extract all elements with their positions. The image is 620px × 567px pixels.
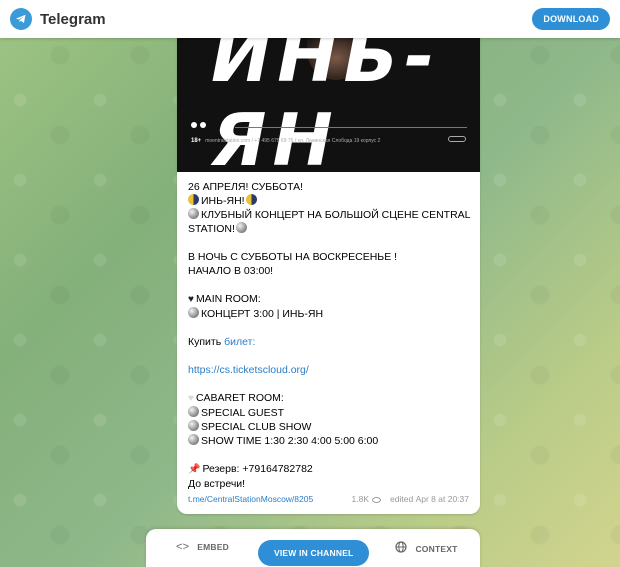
- eye-icon: [372, 497, 382, 503]
- post-line: До встречи!: [188, 478, 246, 490]
- age-badge: 18+: [191, 138, 202, 144]
- post-meta: t.me/CentralStationMoscow/8205 1.8K edit…: [188, 494, 469, 504]
- post-line: [188, 377, 469, 391]
- code-icon: <>: [176, 541, 190, 553]
- poster-info-text: moentralstation.com / +7 495 675 69 75 /…: [205, 138, 381, 144]
- post-line: SHOW TIME 1:30 2:30 4:00 5:00 6:00: [188, 434, 469, 448]
- post-line: В НОЧЬ С СУББОТЫ НА ВОСКРЕСЕНЬЕ !: [188, 251, 398, 263]
- poster-dots: [191, 122, 206, 128]
- black-heart-icon: ♥: [188, 294, 194, 305]
- post-line: SPECIAL GUEST: [188, 406, 469, 420]
- post-line: [188, 448, 469, 462]
- embed-label: EMBED: [197, 542, 229, 552]
- pushpin-icon: 📌: [188, 464, 201, 475]
- post-image[interactable]: ИНЬ-ЯН 18+ moentralstation.com / +7 495 6…: [177, 36, 480, 172]
- context-button[interactable]: CONTEXT: [395, 541, 457, 556]
- disco-ball-icon: [188, 406, 199, 417]
- view-count: 1.8K: [351, 494, 370, 504]
- post-line: ♥ MAIN ROOM:: [188, 293, 261, 305]
- post-line: ИНЬ-ЯН!: [188, 194, 469, 208]
- post-line: [188, 278, 469, 292]
- post-line: КЛУБНЫЙ КОНЦЕРТ НА БОЛЬШОЙ СЦЕНЕ CENTRAL: [188, 208, 471, 222]
- white-heart-icon: ♥: [188, 393, 194, 404]
- brand-title: Telegram: [40, 10, 106, 28]
- post-line: SPECIAL CLUB SHOW: [188, 420, 469, 434]
- post-line: [188, 349, 469, 363]
- yin-yang-icon: [245, 194, 257, 205]
- post-card: ИНЬ-ЯН 18+ moentralstation.com / +7 495 6…: [177, 36, 480, 514]
- post-line: [188, 236, 469, 250]
- post-line: STATION!: [188, 222, 469, 236]
- view-in-channel-button[interactable]: VIEW IN CHANNEL: [257, 540, 370, 566]
- disco-ball-icon: [188, 434, 199, 445]
- poster-divider: [235, 127, 467, 128]
- buy-ticket-link[interactable]: билет:: [224, 336, 255, 348]
- download-button[interactable]: DOWNLOAD: [532, 8, 610, 30]
- post-text: 26 АПРЕЛЯ! СУББОТА! ИНЬ-ЯН! КЛУБНЫЙ КОНЦ…: [177, 172, 480, 491]
- post-date[interactable]: Apr 8 at 20:37: [416, 494, 469, 504]
- yin-yang-icon: [188, 194, 199, 205]
- disco-ball-icon: [188, 208, 199, 219]
- disco-ball-icon: [235, 222, 247, 233]
- globe-icon: [395, 541, 408, 556]
- post-link[interactable]: t.me/CentralStationMoscow/8205: [188, 494, 313, 504]
- poster-info: 18+ moentralstation.com / +7 495 675 69 7…: [191, 138, 380, 144]
- post-line: ♥ CABARET ROOM:: [188, 392, 284, 404]
- edited-label: edited: [390, 494, 414, 504]
- post-line: 26 АПРЕЛЯ! СУББОТА!: [188, 181, 304, 193]
- post-line: Купить билет:: [188, 336, 256, 348]
- bottom-action-bar: <> EMBED VIEW IN CHANNEL CONTEXT: [146, 529, 480, 567]
- post-line: КОНЦЕРТ 3:00 | ИНЬ-ЯН: [188, 307, 469, 321]
- post-line: https://cs.ticketscloud.org/: [188, 363, 469, 377]
- poster-title: ИНЬ-ЯН: [211, 36, 441, 172]
- disco-ball-icon: [188, 420, 199, 431]
- post-line: 📌 Резерв: +79164782782: [188, 463, 313, 475]
- poster-logo-icon: [448, 136, 466, 142]
- post-line: НАЧАЛО В 03:00!: [188, 265, 274, 277]
- telegram-logo-icon: [10, 8, 32, 30]
- embed-button[interactable]: <> EMBED: [176, 541, 229, 553]
- post-line: [188, 321, 469, 335]
- view-in-channel-label: VIEW IN CHANNEL: [273, 548, 354, 558]
- top-bar: Telegram DOWNLOAD: [0, 0, 620, 38]
- context-label: CONTEXT: [415, 543, 458, 554]
- disco-ball-icon: [188, 307, 199, 318]
- ticket-url-link[interactable]: https://cs.ticketscloud.org/: [188, 364, 309, 376]
